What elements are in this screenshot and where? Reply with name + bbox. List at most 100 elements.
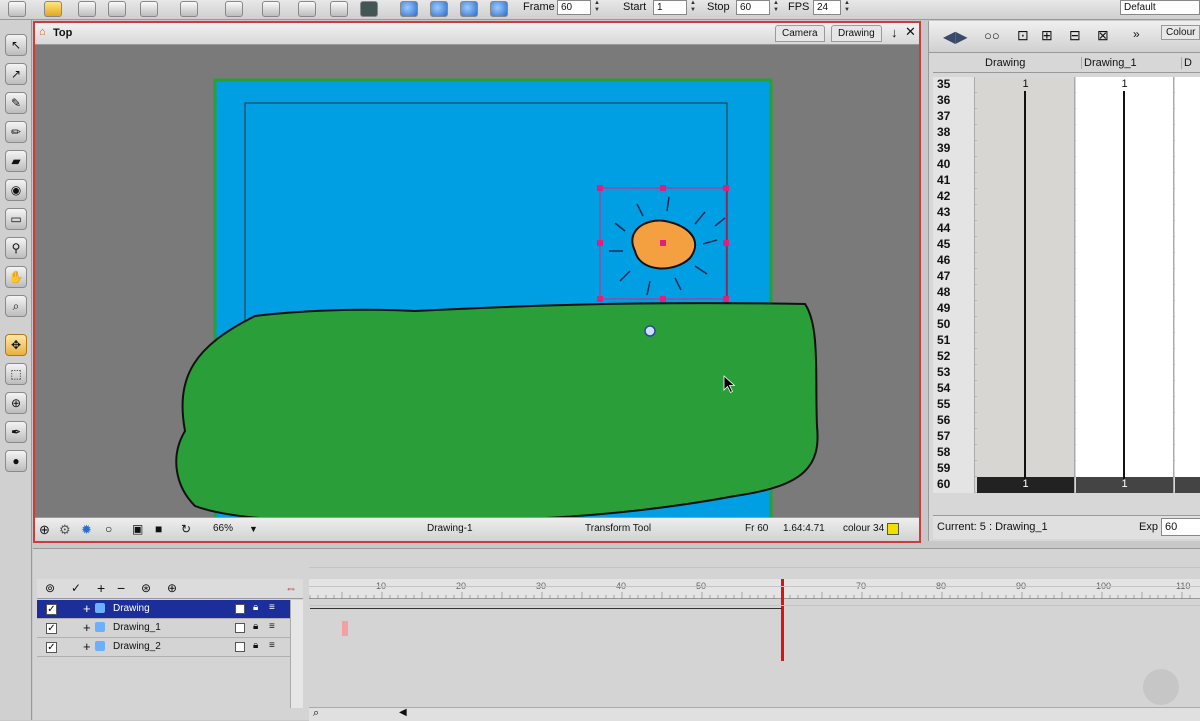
xsheet-cell[interactable]: [1076, 269, 1174, 285]
xsheet-cell[interactable]: [1076, 189, 1174, 205]
xsheet-cell[interactable]: [1175, 477, 1200, 493]
xsheet-row[interactable]: 43: [933, 205, 1200, 221]
xsheet-row[interactable]: 47: [933, 269, 1200, 285]
xsheet-cell[interactable]: [1076, 445, 1174, 461]
xsheet-cell[interactable]: [1076, 349, 1174, 365]
xsheet-cell[interactable]: [1076, 333, 1174, 349]
xsheet-row[interactable]: 36: [933, 93, 1200, 109]
xsheet-cell[interactable]: [977, 285, 1075, 301]
xsheet-cell[interactable]: [1175, 221, 1200, 237]
onion-skin-layer-icon[interactable]: ⊚: [45, 581, 55, 595]
stop-field[interactable]: 60: [736, 0, 781, 15]
xsheet-cell[interactable]: [1076, 397, 1174, 413]
xsheet-cell[interactable]: [1175, 189, 1200, 205]
paint-pot-icon[interactable]: ●: [5, 450, 27, 472]
xsheet-cell[interactable]: [1175, 397, 1200, 413]
onion-skin-icon[interactable]: ○: [105, 522, 112, 536]
zoom-level[interactable]: 66%: [213, 523, 233, 534]
xsheet-cell[interactable]: [977, 269, 1075, 285]
column-header-drawing-1[interactable]: Drawing_1: [1081, 57, 1137, 69]
xsheet-cell[interactable]: [1076, 173, 1174, 189]
xsheet-row[interactable]: 42: [933, 189, 1200, 205]
xsheet-grid[interactable]: 35 1 1 36 37 38 39 40 41 42 43 44 45 46 47 48 49 50 51 52 53…: [929, 77, 1200, 497]
column-header-drawing[interactable]: Drawing: [985, 57, 1025, 69]
xsheet-cell[interactable]: 1: [977, 77, 1075, 93]
xsheet-cell[interactable]: [1076, 461, 1174, 477]
tab-drawing[interactable]: Drawing: [831, 25, 882, 42]
xsheet-cell[interactable]: [1076, 381, 1174, 397]
xsheet-cell[interactable]: 1: [1076, 477, 1174, 493]
xsheet-row[interactable]: 50: [933, 317, 1200, 333]
xsheet-cell[interactable]: [1175, 125, 1200, 141]
drawing-canvas[interactable]: [35, 46, 919, 519]
xsheet-cell[interactable]: [1175, 93, 1200, 109]
add-drawing-icon[interactable]: ⊛: [141, 581, 151, 595]
new-icon[interactable]: [8, 1, 26, 17]
transform-tool-icon[interactable]: ✥: [5, 334, 27, 356]
zoom-timeline-icon[interactable]: ⌕: [313, 707, 319, 720]
pen-tool-icon[interactable]: ✒: [5, 421, 27, 443]
xsheet-cell[interactable]: [1076, 429, 1174, 445]
start-field[interactable]: 1: [653, 0, 698, 15]
xsheet-cell[interactable]: [1175, 109, 1200, 125]
xsheet-row[interactable]: 56: [933, 413, 1200, 429]
xsheet-cell[interactable]: [1175, 333, 1200, 349]
rectangle-tool-icon[interactable]: ▭: [5, 208, 27, 230]
remove-layer-icon[interactable]: −: [117, 580, 125, 596]
xsheet-cell[interactable]: [977, 461, 1075, 477]
xsheet-cell[interactable]: [977, 189, 1075, 205]
contour-editor-icon[interactable]: ↗: [5, 63, 27, 85]
xsheet-cell[interactable]: [977, 221, 1075, 237]
xsheet-cell[interactable]: [1076, 157, 1174, 173]
xsheet-cell[interactable]: [1175, 173, 1200, 189]
xsheet-cell[interactable]: [1175, 381, 1200, 397]
save-all-icon[interactable]: [108, 1, 126, 17]
xsheet-row[interactable]: 60 1 1: [933, 477, 1200, 493]
more-icon[interactable]: »: [1133, 27, 1140, 41]
xsheet-cell[interactable]: [1175, 445, 1200, 461]
xsheet-cell[interactable]: [1076, 109, 1174, 125]
crosshair-icon[interactable]: ⊕: [39, 522, 50, 538]
frame-field[interactable]: 60: [557, 0, 602, 15]
xsheet-cell[interactable]: [977, 253, 1075, 269]
copy-icon[interactable]: [298, 1, 316, 17]
xsheet-cell[interactable]: [1175, 157, 1200, 173]
play-icon[interactable]: [400, 1, 418, 17]
dropper-tool-icon[interactable]: ⚲: [5, 237, 27, 259]
xsheet-row[interactable]: 45: [933, 237, 1200, 253]
previous-icon[interactable]: ◀▶: [943, 27, 968, 47]
xsheet-cell[interactable]: [1175, 285, 1200, 301]
xsheet-cell[interactable]: [977, 157, 1075, 173]
undo-icon[interactable]: [180, 1, 198, 17]
xsheet-row[interactable]: 46: [933, 253, 1200, 269]
timeline-tracks[interactable]: [33, 600, 1200, 660]
column-header-drawing-2[interactable]: D: [1181, 57, 1192, 69]
xsheet-row[interactable]: 52: [933, 349, 1200, 365]
collapse-icon[interactable]: ⇔: [285, 581, 297, 595]
xsheet-row[interactable]: 49: [933, 301, 1200, 317]
xsheet-cell[interactable]: [1076, 237, 1174, 253]
paint-tool-icon[interactable]: ◉: [5, 179, 27, 201]
xsheet-cell[interactable]: [1175, 237, 1200, 253]
brush-tool-icon[interactable]: ✎: [5, 92, 27, 114]
insert-icon[interactable]: ⊠: [1097, 27, 1109, 44]
xsheet-cell[interactable]: [1175, 205, 1200, 221]
xsheet-cell[interactable]: [977, 429, 1075, 445]
xsheet-cell[interactable]: [977, 413, 1075, 429]
exp-field[interactable]: 60: [1161, 518, 1200, 536]
scroll-left-icon[interactable]: ◀: [399, 707, 407, 718]
xsheet-cell[interactable]: [1076, 365, 1174, 381]
pencil-tool-icon[interactable]: ✏: [5, 121, 27, 143]
redo-icon[interactable]: [225, 1, 243, 17]
timeline-scrollbar[interactable]: ⌕ ◀: [309, 707, 1200, 721]
xsheet-cell[interactable]: [1175, 365, 1200, 381]
xsheet-cell[interactable]: [977, 205, 1075, 221]
xsheet-row[interactable]: 41: [933, 173, 1200, 189]
xsheet-row[interactable]: 59: [933, 461, 1200, 477]
xsheet-cell[interactable]: [1175, 349, 1200, 365]
colour-swatch[interactable]: [887, 523, 899, 535]
xsheet-row[interactable]: 54: [933, 381, 1200, 397]
timeline-track[interactable]: [309, 587, 1200, 606]
xsheet-row[interactable]: 58: [933, 445, 1200, 461]
xsheet-cell[interactable]: [1175, 253, 1200, 269]
